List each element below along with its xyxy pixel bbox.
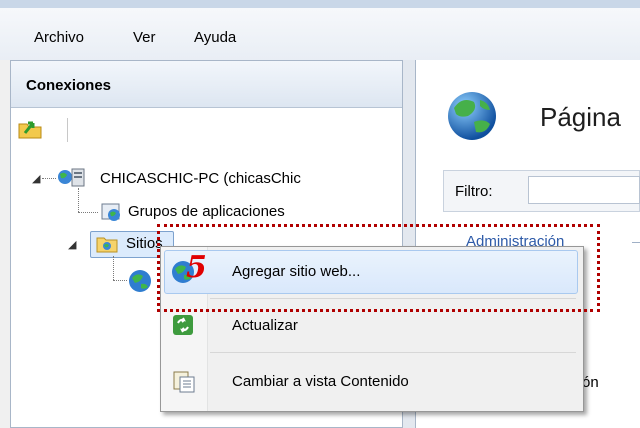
- refresh-icon: [172, 314, 194, 336]
- sites-folder-icon: [96, 234, 118, 254]
- tree-item-server[interactable]: CHICASCHIC-PC (chicasChic: [100, 170, 301, 187]
- context-menu-label-actualizar: Actualizar: [232, 317, 298, 334]
- filter-input[interactable]: [528, 176, 640, 204]
- partial-feature-label: ón: [582, 374, 599, 391]
- tree-line: [113, 256, 114, 280]
- expand-server-chevron-icon[interactable]: ◢: [32, 172, 40, 185]
- site-globe-icon: [127, 268, 153, 294]
- tree-line: [78, 188, 79, 212]
- connections-title: Conexiones: [26, 77, 112, 94]
- menu-ver[interactable]: Ver: [133, 29, 156, 46]
- context-menu-label-cambiar-vista: Cambiar a vista Contenido: [232, 373, 409, 390]
- tree-line: [42, 178, 56, 179]
- tree-line: [113, 280, 127, 281]
- menu-ayuda[interactable]: Ayuda: [194, 29, 236, 46]
- server-icon: [56, 166, 90, 188]
- context-menu-separator: [210, 352, 576, 353]
- toolbar-separator: [67, 118, 68, 142]
- window-top-border: [0, 0, 640, 8]
- filter-label: Filtro:: [455, 183, 493, 200]
- page-title: Página: [540, 102, 621, 132]
- menu-bar: Archivo Ver Ayuda: [0, 8, 640, 60]
- tree-line: [78, 212, 98, 213]
- tree-item-app-pools[interactable]: Grupos de aplicaciones: [128, 203, 285, 220]
- page-globe-icon: [444, 88, 500, 144]
- annotation-highlight-box: [157, 224, 600, 312]
- section-rule: [632, 242, 640, 243]
- connections-toolbar: [11, 108, 402, 148]
- menu-archivo[interactable]: Archivo: [34, 29, 84, 46]
- annotation-step-number: 5: [186, 250, 207, 285]
- connect-icon[interactable]: [17, 118, 43, 140]
- app-pools-icon: [100, 201, 124, 223]
- expand-sites-chevron-icon[interactable]: ◢: [68, 238, 76, 251]
- content-view-icon: [172, 370, 196, 394]
